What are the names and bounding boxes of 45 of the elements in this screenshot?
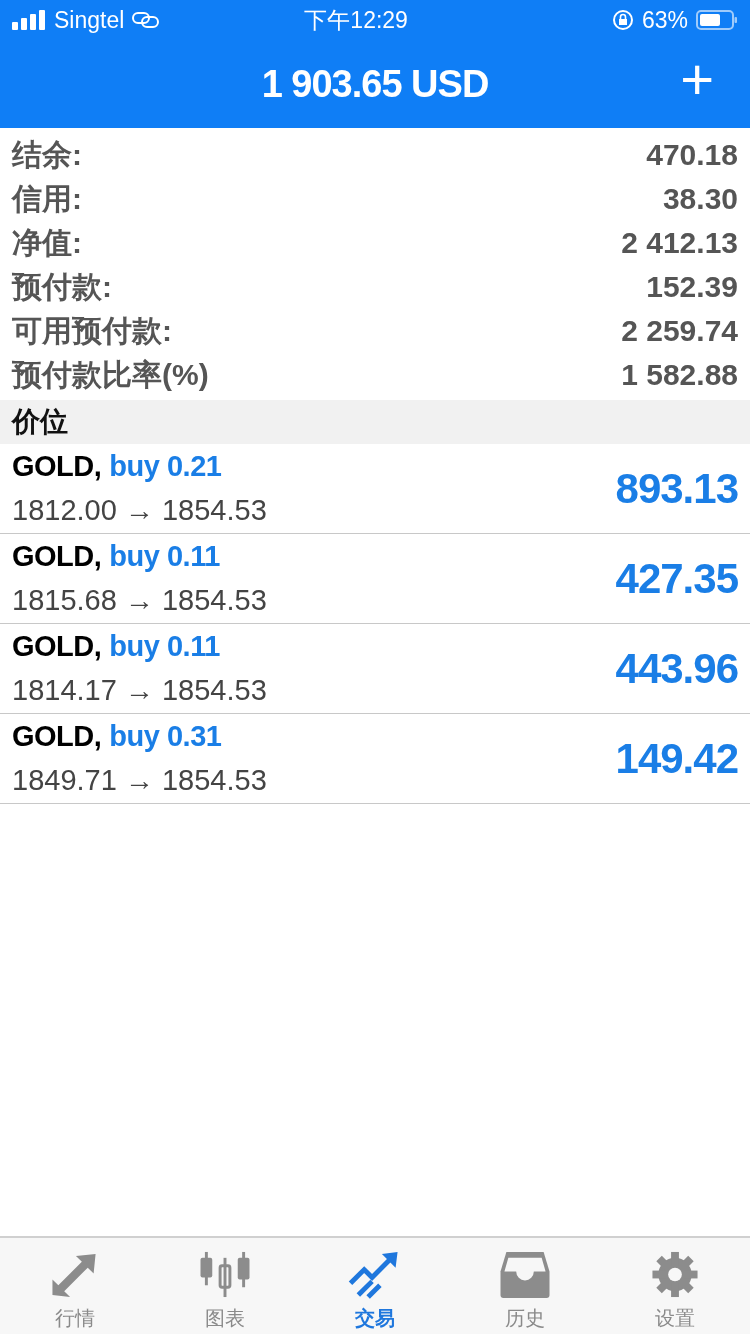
tab-button[interactable]: 交易 [300, 1238, 450, 1334]
carrier-name: Singtel [54, 5, 125, 35]
position-prices: 1815.68 → 1854.53 [12, 582, 267, 618]
summary-value: 2 412.13 [621, 224, 738, 261]
tab-button[interactable]: 行情 [0, 1238, 150, 1334]
summary-label: 预付款: [12, 268, 112, 305]
section-header: 价位 [0, 400, 750, 444]
summary-value: 1 582.88 [621, 356, 738, 393]
tab-button[interactable]: 历史 [450, 1238, 600, 1334]
summary-label: 可用预付款: [12, 312, 172, 349]
inbox-icon [498, 1250, 552, 1299]
summary-label: 净值: [12, 224, 82, 261]
battery-icon [696, 10, 738, 30]
summary-value: 470.18 [646, 136, 738, 173]
position-order: buy 0.11 [109, 539, 220, 574]
tab-button[interactable]: 设置 [600, 1238, 750, 1334]
summary-label: 信用: [12, 180, 82, 217]
position-symbol: GOLD, [12, 629, 102, 664]
position-order: buy 0.11 [109, 629, 220, 664]
position-symbol: GOLD, [12, 449, 102, 484]
position-symbol: GOLD, [12, 539, 102, 574]
balance-title: 1 903.65 USD [261, 61, 489, 107]
summary-label: 预付款比率(%) [12, 356, 209, 393]
signal-icon [12, 10, 46, 30]
position-symbol: GOLD, [12, 719, 102, 754]
battery-percent: 63% [641, 5, 688, 35]
position-profit: 443.96 [615, 644, 738, 694]
position-profit: 427.35 [615, 554, 738, 604]
link-icon [132, 11, 161, 29]
position-profit: 893.13 [615, 464, 738, 514]
position-profit: 149.42 [615, 734, 738, 784]
summary-label: 结余: [12, 136, 82, 173]
position-prices: 1814.17 → 1854.53 [12, 672, 267, 708]
rotation-lock-icon [611, 9, 634, 31]
summary-value: 38.30 [662, 180, 738, 217]
position-order: buy 0.21 [109, 449, 222, 484]
summary-value: 152.39 [646, 268, 738, 305]
add-button[interactable]: + [674, 50, 720, 108]
tab-button[interactable]: 图表 [150, 1238, 300, 1334]
clock-time: 下午12:29 [304, 5, 408, 35]
position-prices: 1849.71 → 1854.53 [12, 762, 267, 798]
position-prices: 1812.00 → 1854.53 [12, 492, 267, 528]
summary-value: 2 259.74 [621, 312, 738, 349]
candlestick-icon [198, 1250, 252, 1299]
position-order: buy 0.31 [109, 719, 222, 754]
